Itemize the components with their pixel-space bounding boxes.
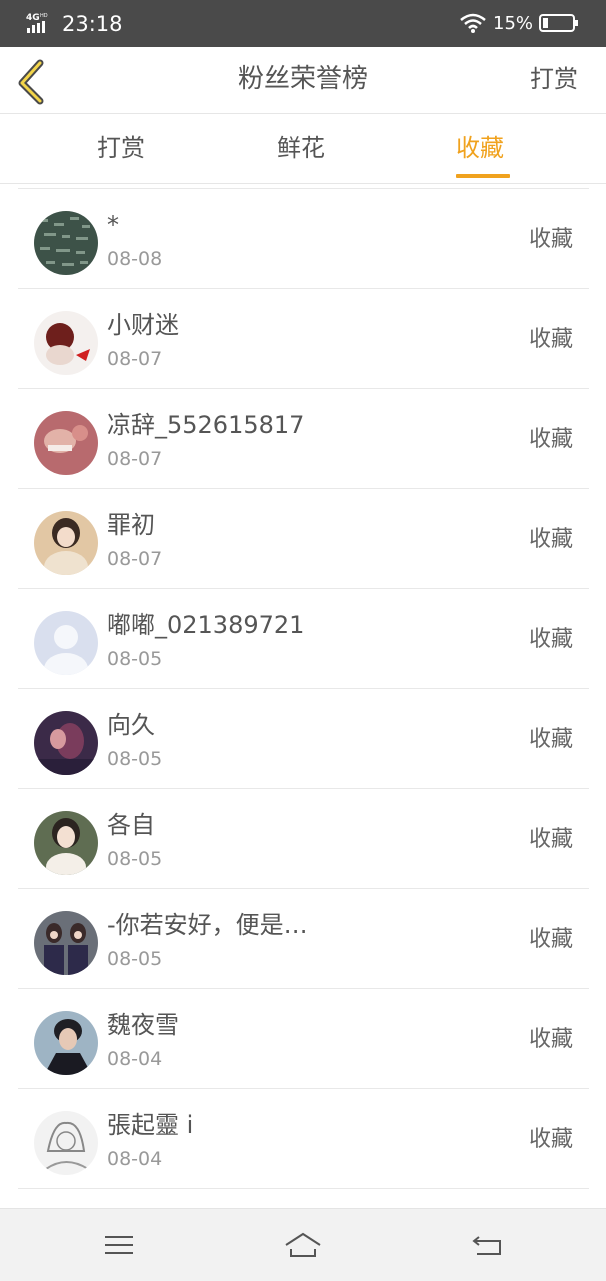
avatar [34, 711, 98, 775]
avatar [34, 511, 98, 575]
action-label: 收藏 [528, 927, 573, 952]
avatar [34, 211, 98, 275]
date: 08-05 [107, 948, 163, 970]
tab-flowers[interactable]: 鲜花 [277, 131, 325, 165]
signal-icon: 4G HD [26, 13, 48, 33]
user-name: 罪初 [107, 511, 155, 539]
date: 08-07 [107, 448, 163, 470]
list-item[interactable]: 向久 08-05 收藏 [0, 689, 606, 789]
header: 粉丝荣誉榜 打赏 [0, 47, 606, 114]
user-name: * [107, 211, 119, 239]
list-item[interactable]: 魏夜雪 08-04 收藏 [0, 989, 606, 1089]
user-name: 凉辞_552615817 [107, 411, 305, 439]
date: 08-05 [107, 848, 163, 870]
list-item[interactable]: 罪初 08-07 收藏 [0, 489, 606, 589]
action-label: 收藏 [528, 227, 573, 252]
date: 08-07 [107, 348, 163, 370]
list-item[interactable]: 小财迷 08-07 收藏 [0, 289, 606, 389]
user-name: 嘟嘟_021389721 [107, 611, 305, 639]
avatar [34, 811, 98, 875]
avatar [34, 411, 98, 475]
user-name: -你若安好，便是… [107, 911, 308, 939]
list-item[interactable]: 嘟嘟_021389721 08-05 收藏 [0, 589, 606, 689]
fan-list: * 08-08 收藏 小财迷 08-07 收藏 凉辞_552615817 08-… [0, 184, 606, 1208]
system-nav-bar [0, 1208, 606, 1281]
tab-favorites[interactable]: 收藏 [456, 131, 504, 165]
action-label: 收藏 [528, 627, 573, 652]
user-name: 張起靈 i [107, 1111, 194, 1139]
list-item[interactable]: * 08-08 收藏 [0, 189, 606, 289]
avatar [34, 311, 98, 375]
status-bar: 4G HD 23:18 15% [0, 0, 606, 47]
date: 08-08 [107, 248, 163, 270]
wifi-icon [460, 13, 486, 33]
date: 08-05 [107, 748, 163, 770]
battery-percent: 15% [493, 13, 534, 34]
home-icon[interactable] [283, 1227, 323, 1263]
action-label: 收藏 [528, 427, 573, 452]
list-item[interactable] [0, 1189, 606, 1208]
avatar [34, 611, 98, 675]
battery-icon [539, 14, 578, 32]
avatar [34, 1111, 98, 1175]
list-item[interactable]: 凉辞_552615817 08-07 收藏 [0, 389, 606, 489]
user-name: 魏夜雪 [107, 1011, 179, 1039]
action-label: 收藏 [528, 827, 573, 852]
user-name: 向久 [107, 711, 155, 739]
user-name: 小财迷 [107, 311, 179, 339]
svg-text:HD: HD [40, 13, 48, 19]
avatar [34, 1011, 98, 1075]
tab-reward[interactable]: 打赏 [97, 131, 145, 165]
avatar [34, 911, 98, 975]
action-label: 收藏 [528, 327, 573, 352]
list-item[interactable]: 各自 08-05 收藏 [0, 789, 606, 889]
action-label: 收藏 [528, 527, 573, 552]
list-item[interactable]: -你若安好，便是… 08-05 收藏 [0, 889, 606, 989]
action-label: 收藏 [528, 727, 573, 752]
action-label: 收藏 [528, 1027, 573, 1052]
date: 08-05 [107, 648, 163, 670]
date: 08-07 [107, 548, 163, 570]
date: 08-04 [107, 1048, 163, 1070]
tab-bar: 打赏 鲜花 收藏 [0, 114, 606, 184]
date: 08-04 [107, 1148, 163, 1170]
active-tab-indicator [456, 174, 510, 178]
reward-button[interactable]: 打赏 [530, 61, 578, 97]
user-name: 各自 [107, 811, 155, 839]
action-label: 收藏 [528, 1127, 573, 1152]
svg-text:4G: 4G [26, 13, 40, 23]
page-title: 粉丝荣誉榜 [237, 64, 368, 94]
list-item[interactable]: 張起靈 i 08-04 收藏 [0, 1089, 606, 1189]
menu-icon[interactable] [99, 1227, 139, 1263]
status-time: 23:18 [62, 12, 123, 36]
back-icon[interactable] [467, 1227, 507, 1263]
